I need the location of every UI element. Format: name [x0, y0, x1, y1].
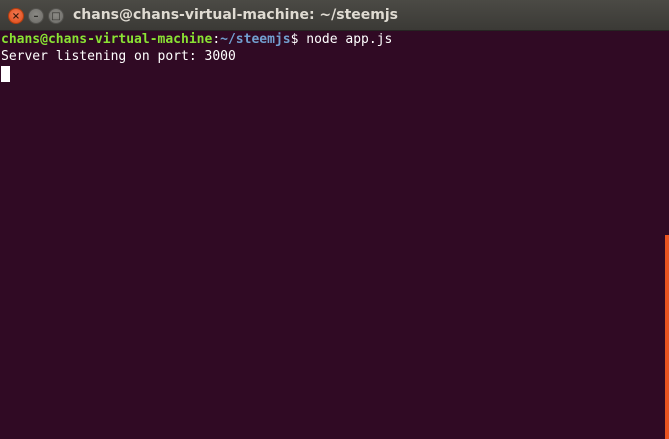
prompt-path: ~/steemjs: [220, 32, 291, 47]
window-title: chans@chans-virtual-machine: ~/steemjs: [73, 7, 398, 23]
terminal-output-area[interactable]: chans@chans-virtual-machine:~/steemjs$ n…: [1, 31, 661, 439]
prompt-line: chans@chans-virtual-machine:~/steemjs$ n…: [1, 31, 661, 48]
text-cursor: [1, 66, 10, 82]
cursor-line: [1, 65, 661, 82]
terminal-window: × – □ chans@chans-virtual-machine: ~/ste…: [0, 0, 669, 439]
minimize-icon[interactable]: –: [28, 8, 44, 24]
maximize-icon[interactable]: □: [48, 8, 64, 24]
prompt-user-host: chans@chans-virtual-machine: [1, 32, 213, 47]
scrollbar-thumb[interactable]: [665, 235, 669, 439]
prompt-separator: :: [212, 32, 221, 47]
command-text: node app.js: [298, 32, 393, 47]
title-bar[interactable]: × – □ chans@chans-virtual-machine: ~/ste…: [0, 0, 669, 31]
close-icon[interactable]: ×: [8, 8, 24, 24]
output-line: Server listening on port: 3000: [1, 49, 236, 64]
